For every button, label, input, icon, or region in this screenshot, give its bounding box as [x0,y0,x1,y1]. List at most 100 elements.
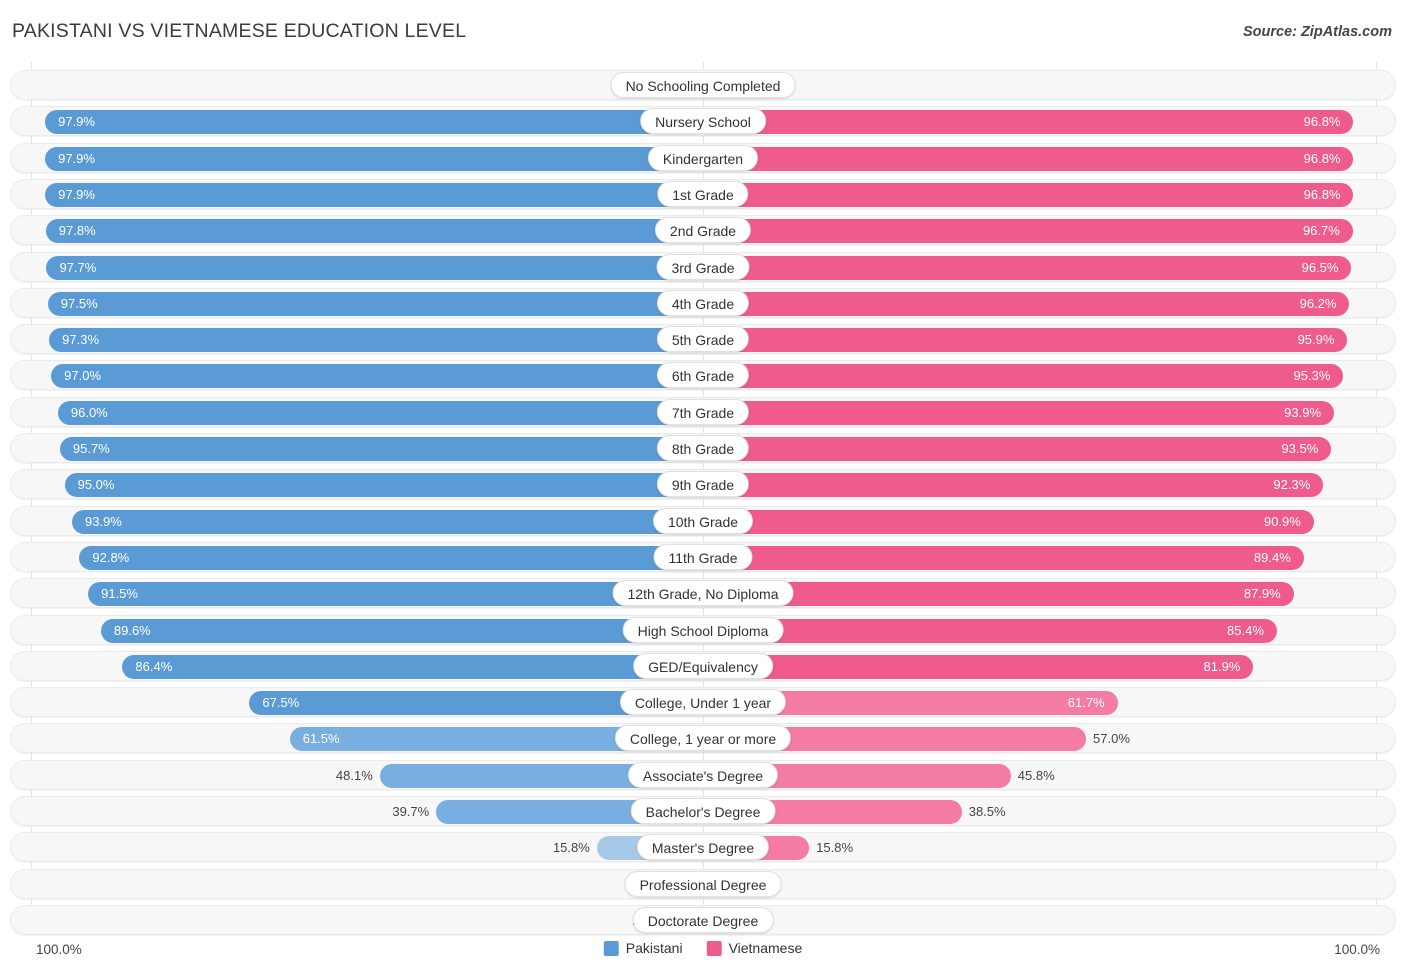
value-label-pakistani: 97.9% [58,114,95,130]
bar-pakistani [51,364,703,389]
value-label-pakistani: 97.7% [59,259,97,275]
legend-item-pakistani[interactable]: Pakistani [603,940,683,956]
bar-pakistani [45,219,703,244]
category-label: 6th Grade [656,362,750,389]
chart-row[interactable]: 97.7% 96.5% 3rd Grade [10,251,1396,282]
chart-row[interactable]: 2.1%3.2%No Schooling Completed [10,70,1396,100]
chart-page: PAKISTANI VS VIETNAMESE EDUCATION LEVEL … [0,0,1406,975]
chart-row-inner: 86.4% 81.9% GED/Equivalency [11,652,1395,680]
category-label: GED/Equivalency [633,652,773,679]
bar-pakistani [46,255,703,280]
value-label-vietnamese: 96.2% [1299,295,1337,311]
value-label-vietnamese: 92.3% [1273,477,1311,493]
value-label-pakistani: 48.1% [335,767,373,783]
bar-vietnamese [703,437,1332,461]
chart-row-inner: 67.5% 61.7% College, Under 1 year [11,688,1395,716]
legend-item-vietnamese[interactable]: Vietnamese [706,940,802,956]
chart-row[interactable]: 97.9% 96.8% Kindergarten [10,142,1396,173]
category-label: Professional Degree [624,870,782,897]
bar-pakistani [79,545,703,570]
bar-vietnamese [703,654,1254,679]
chart-row[interactable]: 39.7% 38.5% Bachelor's Degree [10,796,1396,826]
chart-row[interactable]: 97.9% 96.8% Nursery School [10,106,1396,137]
chart-row-inner: 89.6% 85.4% High School Diploma [11,616,1395,644]
category-label: 12th Grade, No Diploma [612,580,794,607]
value-label-vietnamese: 38.5% [968,804,1006,819]
chart-legend: Pakistani Vietnamese [603,940,802,956]
pink-swatch-icon [706,940,722,956]
chart-footer: 100.0% 100.0% Pakistani Vietnamese [0,936,1406,975]
chart-row[interactable]: 2.0%1.9%Doctorate Degree [10,904,1396,935]
category-label: 10th Grade [652,507,754,534]
value-label-pakistani: 97.9% [58,186,95,202]
value-label-vietnamese: 95.3% [1293,368,1331,384]
value-label-pakistani: 97.5% [60,295,98,311]
value-label-vietnamese: 81.9% [1203,658,1241,674]
bar-pakistani [64,473,703,498]
value-label-vietnamese: 96.8% [1303,150,1341,166]
chart-row-inner: 97.9% 96.8% Nursery School [11,107,1395,135]
chart-row[interactable]: 96.0% 93.9% 7th Grade [10,396,1396,427]
value-label-pakistani: 15.8% [552,840,590,856]
value-label-vietnamese: 95.9% [1297,332,1335,348]
value-label-pakistani: 91.5% [101,586,138,602]
bar-pakistani [122,654,703,679]
chart-row[interactable]: 97.0% 95.3% 6th Grade [10,360,1396,391]
chart-row[interactable]: 95.7% 93.5% 8th Grade [10,433,1396,463]
value-label-pakistani: 97.9% [58,150,95,166]
value-label-vietnamese: 96.8% [1303,186,1341,202]
bar-pakistani [49,328,703,353]
axis-label-max: 100.0% [1334,942,1380,957]
chart-row-inner: 97.0% 95.3% 6th Grade [11,361,1395,389]
bar-pakistani [59,437,703,461]
category-label: 11th Grade [653,543,753,570]
chart-row[interactable]: 92.8% 89.4% 11th Grade [10,541,1396,572]
bar-vietnamese [703,328,1348,353]
value-label-pakistani: 67.5% [262,695,300,711]
chart-row[interactable]: 15.8% 15.8% Master's Degree [10,832,1396,863]
chart-row[interactable]: 4.8%4.5%Professional Degree [10,868,1396,899]
chart-row-inner: 15.8% 15.8% Master's Degree [11,833,1395,861]
blue-swatch-icon [603,940,619,956]
category-label: 7th Grade [656,398,750,425]
bar-pakistani [100,618,703,643]
chart-row[interactable]: 97.8% 96.7% 2nd Grade [10,215,1396,246]
chart-row[interactable]: 97.5% 96.2% 4th Grade [10,287,1396,318]
chart-row[interactable]: 48.1% 45.8% Associate's Degree [10,759,1396,790]
value-label-vietnamese: 61.7% [1067,695,1105,711]
category-label: 9th Grade [656,471,750,498]
bar-pakistani [88,582,703,607]
category-label: Kindergarten [647,144,759,171]
value-label-vietnamese: 96.5% [1301,259,1339,275]
chart-row-inner: 61.5% 57.0% College, 1 year or more [11,724,1395,752]
chart-row[interactable]: 97.3% 95.9% 5th Grade [10,324,1396,355]
chart-row-inner: 95.7% 93.5% 8th Grade [11,434,1395,462]
category-label: 1st Grade [657,180,749,207]
chart-row-inner: 2.1%3.2%No Schooling Completed [11,71,1395,99]
value-label-vietnamese: 89.4% [1253,549,1291,565]
chart-row-inner: 97.9% 96.8% 1st Grade [11,180,1395,208]
chart-row[interactable]: 86.4% 81.9% GED/Equivalency [10,650,1396,681]
category-label: Associate's Degree [627,761,779,788]
category-label: Doctorate Degree [632,906,774,933]
chart-row[interactable]: 61.5% 57.0% College, 1 year or more [10,723,1396,754]
chart-row[interactable]: 95.0% 92.3% 9th Grade [10,469,1396,500]
category-label: High School Diploma [622,616,784,643]
chart-row[interactable]: 67.5% 61.7% College, Under 1 year [10,687,1396,718]
chart-row-inner: 97.9% 96.8% Kindergarten [11,144,1395,172]
chart-row-inner: 96.0% 93.9% 7th Grade [11,398,1395,426]
value-label-pakistani: 61.5% [302,731,340,747]
chart-row[interactable]: 97.9% 96.8% 1st Grade [10,178,1396,209]
chart-row[interactable]: 91.5% 87.9% 12th Grade, No Diploma [10,578,1396,609]
value-label-pakistani: 92.8% [92,549,130,565]
category-label: No Schooling Completed [610,72,796,98]
legend-label-pakistani: Pakistani [625,940,683,956]
category-label: Bachelor's Degree [630,798,776,824]
chart-row[interactable]: 89.6% 85.4% High School Diploma [10,614,1396,645]
chart-row[interactable]: 93.9% 90.9% 10th Grade [10,505,1396,536]
bar-pakistani [45,110,703,135]
category-label: College, Under 1 year [619,689,787,716]
chart-row-inner: 97.3% 95.9% 5th Grade [11,325,1395,353]
page-title: PAKISTANI VS VIETNAMESE EDUCATION LEVEL [12,20,467,42]
bar-vietnamese [703,110,1354,135]
